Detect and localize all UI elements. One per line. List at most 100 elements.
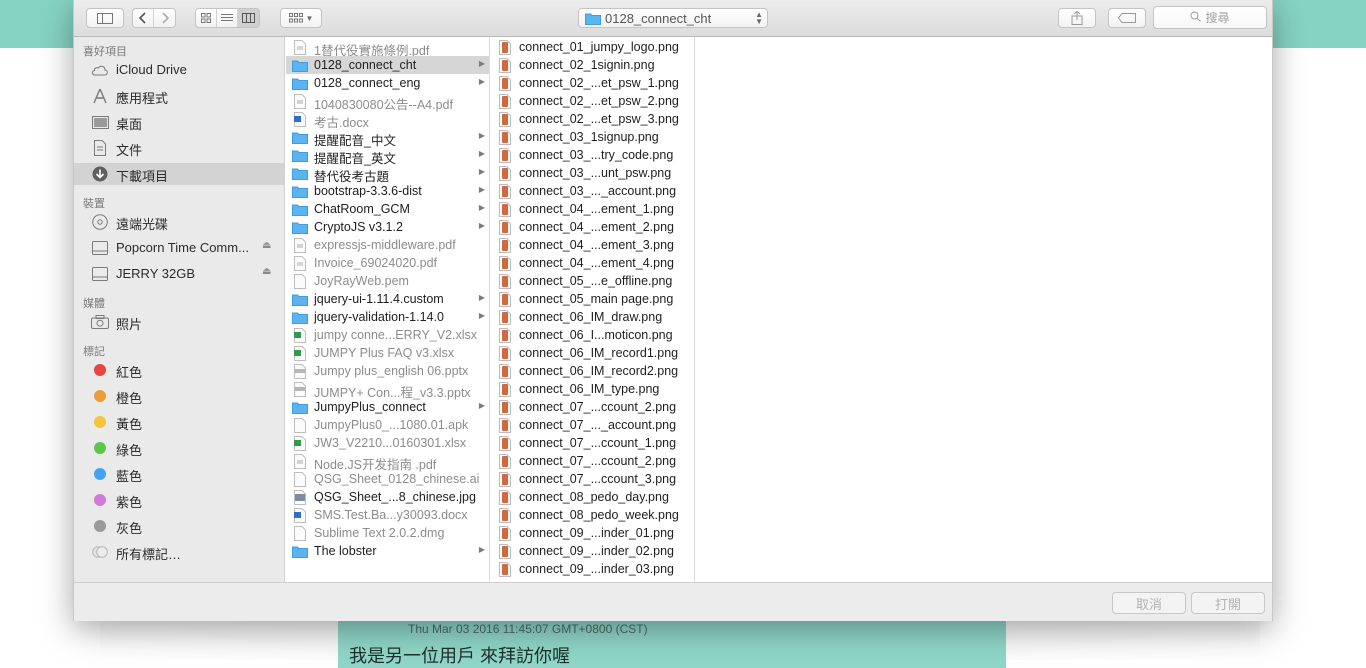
view-mode-control: [195, 8, 260, 28]
folder-row[interactable]: The lobster ▶: [286, 542, 489, 560]
file-row[interactable]: connect_01_jumpy_logo.png: [491, 38, 694, 56]
column-view-button[interactable]: [238, 9, 259, 27]
file-row[interactable]: connect_06_I...moticon.png: [491, 326, 694, 344]
eject-icon[interactable]: ⏏: [262, 240, 271, 251]
forward-button[interactable]: [154, 9, 175, 27]
file-row[interactable]: Node.JS开发指南 .pdf: [286, 452, 489, 472]
file-name: JumpyPlus_connect: [314, 400, 426, 414]
file-row[interactable]: jumpy conne...ERRY_V2.xlsx: [286, 326, 489, 344]
folder-row[interactable]: jquery-validation-1.14.0 ▶: [286, 308, 489, 326]
file-row[interactable]: QSG_Sheet_...8_chinese.jpg: [286, 488, 489, 506]
file-row[interactable]: connect_03_...unt_psw.png: [491, 164, 694, 182]
file-row[interactable]: connect_07_...ccount_3.png: [491, 470, 694, 488]
folder-row[interactable]: ChatRoom_GCM ▶: [286, 200, 489, 218]
file-row[interactable]: connect_06_IM_record1.png: [491, 344, 694, 362]
file-row[interactable]: JumpyPlus0_...1080.01.apk: [286, 416, 489, 434]
file-row[interactable]: JUMPY Plus FAQ v3.xlsx: [286, 344, 489, 362]
file-row[interactable]: JW3_V2210...0160301.xlsx: [286, 434, 489, 452]
share-button[interactable]: [1058, 8, 1096, 28]
file-row[interactable]: expressjs-middleware.pdf: [286, 236, 489, 254]
sidebar-item[interactable]: 應用程式: [74, 85, 284, 107]
file-row[interactable]: connect_02_...et_psw_3.png: [491, 110, 694, 128]
folder-row[interactable]: 替代役考古題 ▶: [286, 164, 489, 184]
file-row[interactable]: connect_03_..._account.png: [491, 182, 694, 200]
file-row[interactable]: QSG_Sheet_0128_chinese.ai: [286, 470, 489, 488]
file-row[interactable]: connect_04_...ement_2.png: [491, 218, 694, 236]
file-row[interactable]: connect_07_...ccount_1.png: [491, 434, 694, 452]
dialog-toolbar: ▼ 0128_connect_cht ▲ ▼ 搜尋: [74, 0, 1272, 37]
file-name: connect_06_I...moticon.png: [519, 328, 673, 342]
back-button[interactable]: [133, 9, 154, 27]
file-row[interactable]: connect_03_1signup.png: [491, 128, 694, 146]
sidebar-item[interactable]: 下載項目: [74, 163, 284, 185]
file-row[interactable]: connect_07_...ccount_2.png: [491, 452, 694, 470]
open-button[interactable]: 打開: [1191, 592, 1265, 614]
file-row[interactable]: connect_02_...et_psw_1.png: [491, 74, 694, 92]
file-row[interactable]: connect_06_IM_type.png: [491, 380, 694, 398]
sidebar-item-label: 應用程式: [116, 91, 169, 106]
file-row[interactable]: connect_08_pedo_week.png: [491, 506, 694, 524]
file-row[interactable]: connect_09_...inder_02.png: [491, 542, 694, 560]
file-row[interactable]: connect_05_main page.png: [491, 290, 694, 308]
sidebar-item[interactable]: 所有標記…: [74, 541, 284, 563]
sidebar-item[interactable]: iCloud Drive: [74, 59, 284, 81]
file-row[interactable]: connect_07_...ccount_2.png: [491, 398, 694, 416]
image-file-icon: [497, 327, 513, 343]
all-tags-icon: [91, 544, 109, 560]
file-row[interactable]: connect_04_...ement_4.png: [491, 254, 694, 272]
arrange-button[interactable]: ▼: [280, 8, 322, 28]
file-row[interactable]: 考古.docx: [286, 110, 489, 130]
sidebar-item[interactable]: 桌面: [74, 111, 284, 133]
sidebar-item[interactable]: 紫色: [74, 489, 284, 511]
search-field[interactable]: 搜尋: [1153, 6, 1267, 29]
sidebar-item[interactable]: 黃色: [74, 411, 284, 433]
file-row[interactable]: connect_08_pedo_day.png: [491, 488, 694, 506]
list-view-button[interactable]: [217, 9, 238, 27]
file-row[interactable]: connect_07_..._account.png: [491, 416, 694, 434]
file-row[interactable]: connect_02_1signin.png: [491, 56, 694, 74]
file-row[interactable]: connect_06_IM_draw.png: [491, 308, 694, 326]
folder-row[interactable]: 0128_connect_eng ▶: [286, 74, 489, 92]
sidebar-item[interactable]: 灰色: [74, 515, 284, 537]
path-popup[interactable]: 0128_connect_cht ▲ ▼: [578, 8, 768, 28]
sidebar-item[interactable]: 文件: [74, 137, 284, 159]
cancel-button[interactable]: 取消: [1112, 592, 1186, 614]
file-row[interactable]: connect_03_...try_code.png: [491, 146, 694, 164]
eject-icon[interactable]: ⏏: [262, 266, 271, 277]
file-row[interactable]: Sublime Text 2.0.2.dmg: [286, 524, 489, 542]
folder-row[interactable]: jquery-ui-1.11.4.custom ▶: [286, 290, 489, 308]
file-row[interactable]: connect_04_...ement_3.png: [491, 236, 694, 254]
tags-button[interactable]: [1108, 8, 1146, 28]
file-row[interactable]: connect_04_...ement_1.png: [491, 200, 694, 218]
file-row[interactable]: Jumpy plus_english 06.pptx: [286, 362, 489, 380]
file-row[interactable]: connect_09_...inder_03.png: [491, 560, 694, 578]
file-row[interactable]: Invoice_69024020.pdf: [286, 254, 489, 272]
file-row[interactable]: JoyRayWeb.pem: [286, 272, 489, 290]
folder-row[interactable]: 0128_connect_cht ▶: [286, 56, 489, 74]
file-row[interactable]: SMS.Test.Ba...y30093.docx: [286, 506, 489, 524]
sidebar-item[interactable]: 遠端光碟: [74, 211, 284, 233]
folder-row[interactable]: 提醒配音_英文 ▶: [286, 146, 489, 166]
file-name: jumpy conne...ERRY_V2.xlsx: [314, 328, 478, 342]
sidebar-toggle-button[interactable]: [86, 8, 124, 28]
sidebar-item[interactable]: 藍色: [74, 463, 284, 485]
sidebar-item[interactable]: Popcorn Time Comm... ⏏: [74, 237, 284, 259]
file-row[interactable]: connect_06_IM_record2.png: [491, 362, 694, 380]
folder-row[interactable]: CryptoJS v3.1.2 ▶: [286, 218, 489, 236]
sidebar-item[interactable]: 橙色: [74, 385, 284, 407]
icon-view-button[interactable]: [196, 9, 217, 27]
sidebar-item[interactable]: 照片: [74, 311, 284, 333]
file-row[interactable]: connect_09_...inder_01.png: [491, 524, 694, 542]
folder-row[interactable]: JumpyPlus_connect ▶: [286, 398, 489, 416]
sidebar-item[interactable]: 紅色: [74, 359, 284, 381]
sidebar-item[interactable]: 綠色: [74, 437, 284, 459]
file-row[interactable]: 1040830080公告--A4.pdf: [286, 92, 489, 112]
file-row[interactable]: connect_05_...e_offline.png: [491, 272, 694, 290]
sidebar-item-label: Popcorn Time Comm...: [116, 240, 249, 255]
file-row[interactable]: 1替代役實施條例.pdf: [286, 38, 489, 58]
folder-row[interactable]: 提醒配音_中文 ▶: [286, 128, 489, 148]
file-row[interactable]: JUMPY+ Con...程_v3.3.pptx: [286, 380, 489, 400]
file-row[interactable]: connect_02_...et_psw_2.png: [491, 92, 694, 110]
sidebar-item[interactable]: JERRY 32GB ⏏: [74, 263, 284, 285]
folder-row[interactable]: bootstrap-3.3.6-dist ▶: [286, 182, 489, 200]
